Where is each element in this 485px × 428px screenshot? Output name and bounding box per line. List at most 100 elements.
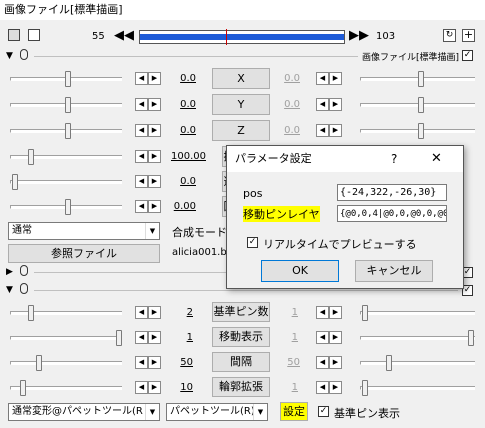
slider-track[interactable] (10, 155, 122, 159)
slider-track[interactable] (360, 311, 475, 315)
increment-arrow-icon[interactable]: ▶ (148, 331, 161, 344)
increment-arrow-icon[interactable]: ▶ (329, 356, 342, 369)
add-icon[interactable]: + (462, 29, 475, 42)
next-frame-icon[interactable]: ▶▶ (349, 28, 369, 43)
decrement-arrow-icon[interactable]: ◀ (135, 200, 148, 213)
base-pin-count-button[interactable]: 基準ピン数 (212, 302, 270, 322)
row-value-right[interactable]: 1 (270, 332, 298, 343)
row-value-right[interactable]: 50 (272, 357, 300, 368)
increment-arrow-icon[interactable]: ▶ (329, 98, 342, 111)
increment-arrow-icon[interactable]: ▶ (148, 124, 161, 137)
row-value[interactable]: 0.0 (168, 125, 196, 136)
ok-button[interactable]: OK (261, 260, 339, 282)
slider-thumb[interactable] (65, 71, 71, 87)
increment-arrow-icon[interactable]: ▶ (148, 175, 161, 188)
row-value[interactable]: 0.0 (168, 99, 196, 110)
increment-arrow-icon[interactable]: ▶ (148, 200, 161, 213)
slider-thumb[interactable] (65, 97, 71, 113)
slider-track[interactable] (10, 361, 122, 365)
slider-thumb[interactable] (362, 305, 368, 321)
row-value-right[interactable]: 0.0 (272, 73, 300, 84)
slider-thumb[interactable] (12, 174, 18, 190)
puppet-tool-select[interactable]: パペットツール(R) ▼ (166, 403, 268, 421)
move-pin-layer-input[interactable]: {@0,0,4|@0,0,@0,0,@0,0 (337, 205, 447, 222)
timeline-track[interactable] (139, 29, 345, 45)
increment-arrow-icon[interactable]: ▶ (329, 381, 342, 394)
decrement-arrow-icon[interactable]: ◀ (135, 175, 148, 188)
slider-thumb[interactable] (36, 355, 42, 371)
slider-thumb[interactable] (116, 330, 122, 346)
slider-track[interactable] (10, 336, 122, 340)
increment-arrow-icon[interactable]: ▶ (148, 356, 161, 369)
decrement-arrow-icon[interactable]: ◀ (135, 331, 148, 344)
blend-mode-select[interactable]: 通常 ▼ (8, 222, 160, 240)
decrement-arrow-icon[interactable]: ◀ (135, 150, 148, 163)
slider-thumb[interactable] (362, 380, 368, 396)
refresh-icon[interactable]: ↻ (443, 29, 456, 42)
row-value-right[interactable]: 1 (270, 382, 298, 393)
outline-expand-button[interactable]: 輪郭拡張 (212, 377, 270, 397)
row-value[interactable]: 0.0 (168, 73, 196, 84)
increment-arrow-icon[interactable]: ▶ (148, 381, 161, 394)
base-pin-display-checkbox[interactable]: ✓ (318, 406, 329, 417)
slider-thumb[interactable] (65, 199, 71, 215)
frame-icon[interactable] (28, 29, 40, 41)
increment-arrow-icon[interactable]: ▶ (329, 124, 342, 137)
prev-frame-icon[interactable]: ◀◀ (114, 28, 134, 43)
move-display-button[interactable]: 移動表示 (212, 327, 270, 347)
increment-arrow-icon[interactable]: ▶ (329, 72, 342, 85)
pos-input[interactable]: {-24,322,-26,30} (337, 184, 447, 201)
slider-track[interactable] (10, 311, 122, 315)
decrement-arrow-icon[interactable]: ◀ (316, 98, 329, 111)
decrement-arrow-icon[interactable]: ◀ (316, 331, 329, 344)
param-button-z[interactable]: Z (212, 120, 270, 141)
increment-arrow-icon[interactable]: ▶ (329, 306, 342, 319)
realtime-preview-checkbox[interactable]: ✓ (247, 237, 258, 248)
slider-track[interactable] (10, 180, 122, 184)
increment-arrow-icon[interactable]: ▶ (148, 306, 161, 319)
mouse-icon[interactable] (20, 265, 28, 276)
decrement-arrow-icon[interactable]: ◀ (135, 306, 148, 319)
slider-thumb[interactable] (418, 97, 424, 113)
close-icon[interactable]: ✕ (431, 151, 442, 166)
decrement-arrow-icon[interactable]: ◀ (316, 356, 329, 369)
decrement-arrow-icon[interactable]: ◀ (316, 306, 329, 319)
slider-thumb[interactable] (418, 123, 424, 139)
slider-thumb[interactable] (20, 380, 26, 396)
row-value[interactable]: 100.00 (168, 151, 206, 162)
row-value[interactable]: 50 (165, 357, 193, 368)
row-value-right[interactable]: 0.0 (272, 125, 300, 136)
decrement-arrow-icon[interactable]: ◀ (316, 72, 329, 85)
row-value[interactable]: 0.0 (168, 176, 196, 187)
decrement-arrow-icon[interactable]: ◀ (135, 72, 148, 85)
decrement-arrow-icon[interactable]: ◀ (135, 356, 148, 369)
settings-button[interactable]: 設定 (280, 402, 308, 421)
slider-track[interactable] (360, 361, 475, 365)
slider-thumb[interactable] (418, 71, 424, 87)
cancel-button[interactable]: キャンセル (355, 260, 433, 282)
decrement-arrow-icon[interactable]: ◀ (135, 98, 148, 111)
increment-arrow-icon[interactable]: ▶ (148, 72, 161, 85)
slider-track[interactable] (360, 386, 475, 390)
section-enable-checkbox[interactable]: ✓ (462, 50, 473, 61)
slider-track[interactable] (10, 386, 122, 390)
reference-file-button[interactable]: 参照ファイル (8, 244, 160, 263)
timeline-cursor[interactable] (225, 29, 227, 45)
row-value-right[interactable]: 1 (270, 307, 298, 318)
increment-arrow-icon[interactable]: ▶ (329, 331, 342, 344)
expand-icon[interactable]: ▶ (6, 267, 13, 277)
slider-thumb[interactable] (28, 149, 34, 165)
slider-thumb[interactable] (468, 330, 474, 346)
decrement-arrow-icon[interactable]: ◀ (316, 381, 329, 394)
row-value[interactable]: 10 (165, 382, 193, 393)
slider-thumb[interactable] (386, 355, 392, 371)
slider-thumb[interactable] (28, 305, 34, 321)
row-value[interactable]: 1 (165, 332, 193, 343)
collapse-icon[interactable]: ▼ (6, 285, 13, 295)
collapse-icon[interactable]: ▼ (6, 51, 13, 61)
increment-arrow-icon[interactable]: ▶ (148, 150, 161, 163)
transform-select[interactable]: 通常変形@パペットツール(R ▼ (8, 403, 160, 421)
row-value[interactable]: 0.00 (168, 201, 196, 212)
help-icon[interactable]: ? (391, 152, 397, 166)
decrement-arrow-icon[interactable]: ◀ (135, 124, 148, 137)
